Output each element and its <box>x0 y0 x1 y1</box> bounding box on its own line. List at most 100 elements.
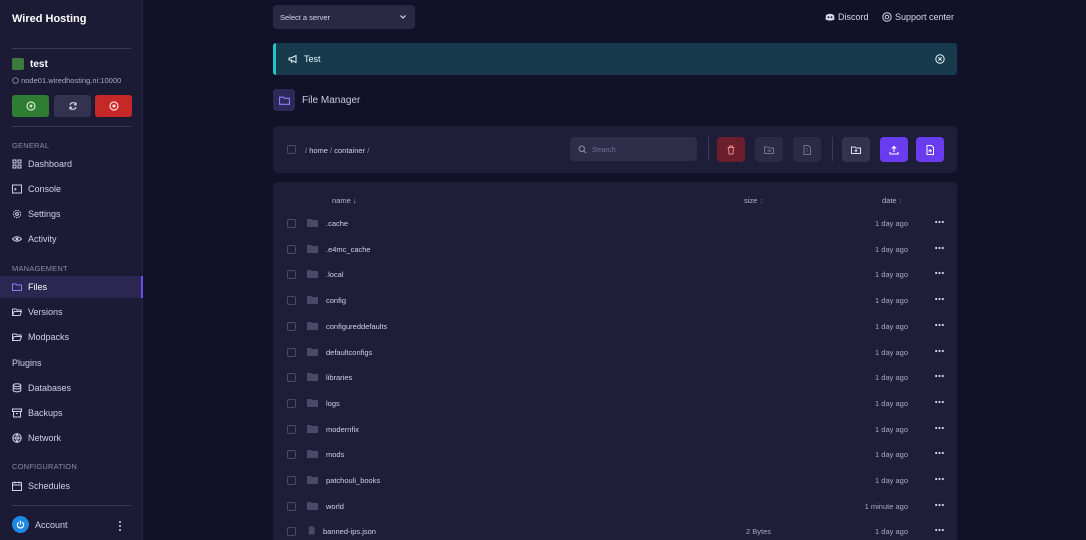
sidebar-item-settings[interactable]: Settings <box>0 203 143 225</box>
start-button[interactable] <box>12 95 49 117</box>
more-options-icon[interactable] <box>935 220 944 224</box>
sidebar-item-console[interactable]: Console <box>0 178 143 200</box>
kebab-menu-icon[interactable] <box>116 520 124 532</box>
table-row[interactable]: logs 1 day ago <box>273 391 957 416</box>
row-checkbox[interactable] <box>287 347 296 357</box>
server-status-icon <box>12 58 24 70</box>
file-name[interactable]: defaultconfigs <box>326 348 372 357</box>
new-file-button[interactable] <box>916 137 944 162</box>
row-checkbox[interactable] <box>287 527 296 537</box>
table-row[interactable]: configureddefaults 1 day ago <box>273 314 957 339</box>
file-name[interactable]: .local <box>326 270 344 279</box>
file-name[interactable]: patchouli_books <box>326 476 380 485</box>
row-checkbox[interactable] <box>287 296 296 306</box>
select-all-checkbox[interactable] <box>287 145 296 154</box>
more-options-icon[interactable] <box>935 400 944 404</box>
file-name[interactable]: configureddefaults <box>326 322 387 331</box>
sidebar-item-activity[interactable]: Activity <box>0 228 143 250</box>
file-name[interactable]: modernfix <box>326 425 359 434</box>
table-row[interactable]: world 1 minute ago <box>273 494 957 519</box>
row-checkbox[interactable] <box>287 244 296 254</box>
sidebar-item-plugins[interactable]: Plugins <box>0 352 143 374</box>
row-checkbox[interactable] <box>287 501 296 511</box>
table-row[interactable]: .e4mc_cache 1 day ago <box>273 237 957 262</box>
table-row[interactable]: .local 1 day ago <box>273 262 957 287</box>
folder-open-icon <box>12 308 22 316</box>
search-box[interactable] <box>570 137 697 161</box>
move-button[interactable] <box>755 137 783 162</box>
sidebar-item-label: Plugins <box>12 358 42 368</box>
more-options-icon[interactable] <box>935 297 944 301</box>
breadcrumb-container[interactable]: container <box>334 146 365 155</box>
eye-icon <box>12 236 22 242</box>
file-name[interactable]: logs <box>326 399 340 408</box>
more-options-icon[interactable] <box>935 349 944 353</box>
sidebar-item-backups[interactable]: Backups <box>0 402 143 424</box>
file-date: 1 day ago <box>875 270 908 280</box>
file-name[interactable]: config <box>326 296 346 305</box>
folder-icon <box>307 424 318 433</box>
breadcrumb-home[interactable]: home <box>309 146 328 155</box>
row-checkbox[interactable] <box>287 321 296 331</box>
sidebar-item-modpacks[interactable]: Modpacks <box>0 326 143 348</box>
table-row[interactable]: mods 1 day ago <box>273 442 957 467</box>
row-checkbox[interactable] <box>287 450 296 460</box>
more-options-icon[interactable] <box>935 374 944 378</box>
folder-plus-icon <box>851 146 861 154</box>
table-row[interactable]: modernfix 1 day ago <box>273 417 957 442</box>
restart-button[interactable] <box>54 95 91 117</box>
sidebar-item-network[interactable]: Network <box>0 427 143 449</box>
column-header-size[interactable]: size ↕ <box>744 196 763 205</box>
table-row[interactable]: .cache 1 day ago <box>273 211 957 236</box>
sidebar-item-databases[interactable]: Databases <box>0 377 143 399</box>
table-row[interactable]: config 1 day ago <box>273 288 957 313</box>
stop-button[interactable] <box>95 95 132 117</box>
search-input[interactable] <box>592 144 682 154</box>
new-folder-button[interactable] <box>842 137 870 162</box>
file-name[interactable]: .cache <box>326 219 348 228</box>
column-header-name[interactable]: name ↓ <box>332 196 357 205</box>
file-name[interactable]: mods <box>326 450 344 459</box>
archive-button[interactable] <box>793 137 821 162</box>
table-row[interactable]: libraries 1 day ago <box>273 365 957 390</box>
server-select[interactable]: Select a server <box>273 5 415 29</box>
sidebar-item-label: Databases <box>28 383 72 393</box>
folder-icon <box>307 296 318 305</box>
sidebar-item-versions[interactable]: Versions <box>0 301 143 323</box>
more-options-icon[interactable] <box>935 271 944 275</box>
more-options-icon[interactable] <box>935 451 944 455</box>
sidebar-item-label: Settings <box>28 209 61 219</box>
more-options-icon[interactable] <box>935 503 944 507</box>
folder-icon <box>307 476 318 484</box>
sidebar-item-files[interactable]: Files <box>0 276 143 298</box>
brand-title[interactable]: Wired Hosting <box>12 13 86 25</box>
column-header-date[interactable]: date ↕ <box>882 196 902 205</box>
close-circle-icon[interactable] <box>935 54 945 64</box>
file-name[interactable]: banned-ips.json <box>323 527 376 536</box>
discord-link[interactable]: Discord <box>825 12 869 22</box>
row-checkbox[interactable] <box>287 424 296 434</box>
support-link[interactable]: Support center <box>882 12 954 22</box>
table-row[interactable]: patchouli_books 1 day ago <box>273 468 957 493</box>
table-row[interactable]: defaultconfigs 1 day ago <box>273 340 957 365</box>
upload-button[interactable] <box>880 137 908 162</box>
more-options-icon[interactable] <box>935 528 944 532</box>
row-checkbox[interactable] <box>287 398 296 408</box>
more-options-icon[interactable] <box>935 426 944 430</box>
row-checkbox[interactable] <box>287 219 296 228</box>
sidebar-item-dashboard[interactable]: Dashboard <box>0 153 143 175</box>
row-checkbox[interactable] <box>287 373 296 383</box>
archive-icon <box>12 408 22 418</box>
delete-button[interactable] <box>717 137 745 162</box>
account-menu[interactable]: Account <box>12 516 68 533</box>
more-options-icon[interactable] <box>935 477 944 481</box>
file-name[interactable]: world <box>326 502 344 511</box>
sidebar-item-schedules[interactable]: Schedules <box>0 475 143 497</box>
table-row[interactable]: banned-ips.json 2 Bytes 1 day ago <box>273 519 957 540</box>
row-checkbox[interactable] <box>287 270 296 280</box>
more-options-icon[interactable] <box>935 246 944 250</box>
more-options-icon[interactable] <box>935 323 944 327</box>
file-name[interactable]: .e4mc_cache <box>326 245 371 254</box>
file-name[interactable]: libraries <box>326 373 352 382</box>
row-checkbox[interactable] <box>287 476 296 485</box>
